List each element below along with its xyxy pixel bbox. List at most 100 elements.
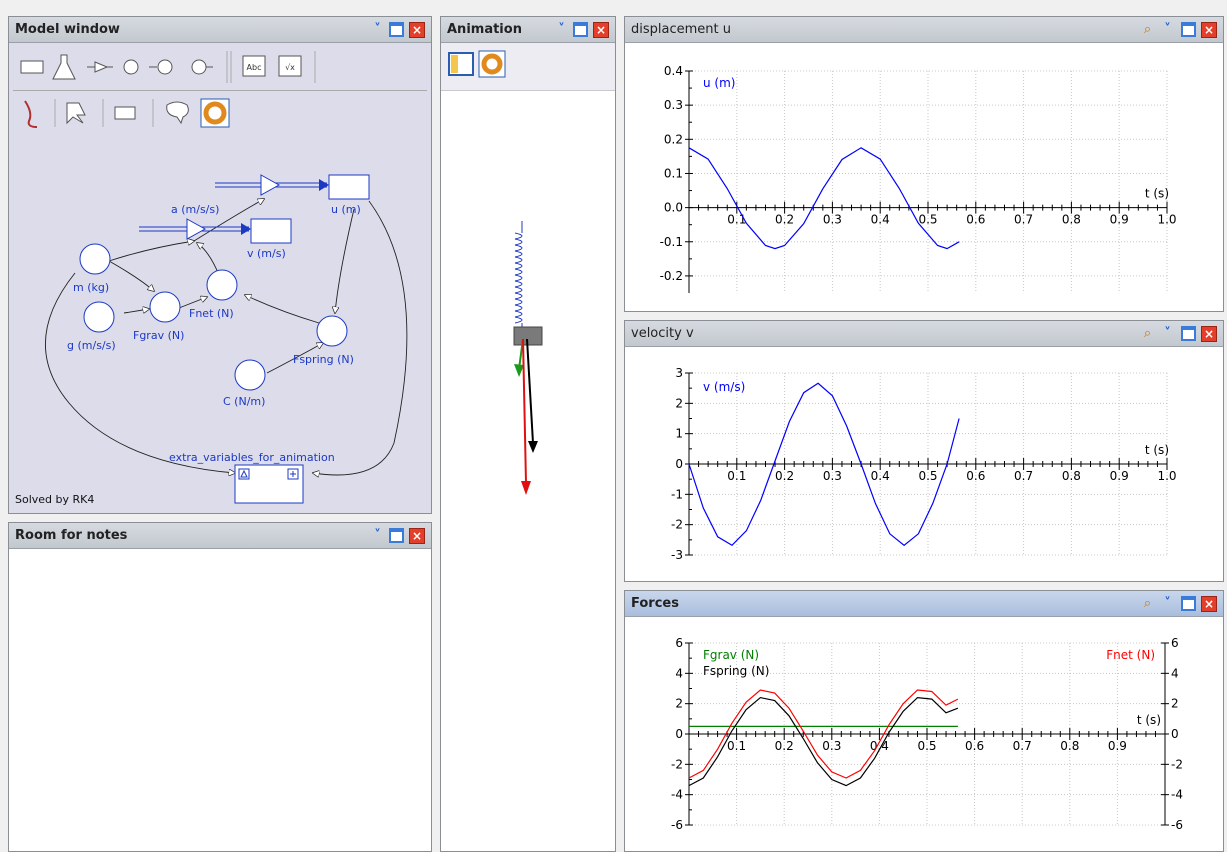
y-tick-label: 2 xyxy=(675,697,683,711)
panel-toggle-icon[interactable] xyxy=(448,52,474,76)
forces-panel: Forces ⌕ ˅ × -6 -4 -2 0 2 4 6 -6 -4 -2 0 2 4 6 0.1 0.2 0… xyxy=(624,590,1224,852)
y2-tick-label: 6 xyxy=(1171,636,1179,650)
animation-panel: Animation ˅ × xyxy=(440,16,616,852)
y2-tick-label: 4 xyxy=(1171,666,1179,680)
y-tick-label: -3 xyxy=(671,548,683,562)
x-tick-label: 0.5 xyxy=(918,213,937,227)
forces-titlebar[interactable]: Forces ⌕ ˅ × xyxy=(625,591,1223,617)
x-tick-label: 0.1 xyxy=(727,469,746,483)
legend-entry: Fspring (N) xyxy=(703,664,769,678)
maximize-icon[interactable] xyxy=(1181,326,1196,341)
notes-text-area[interactable] xyxy=(9,549,431,851)
close-icon[interactable]: × xyxy=(1201,326,1217,342)
x-tick-label: 0.9 xyxy=(1108,739,1127,753)
label-g: g (m/s/s) xyxy=(67,339,116,352)
close-icon[interactable]: × xyxy=(1201,22,1217,38)
model-window-panel: Model window ˅ × Abc √x a (m/s/s) u (m) … xyxy=(8,16,432,514)
magnifier-icon[interactable]: ⌕ xyxy=(1139,21,1156,38)
stock-u[interactable] xyxy=(328,174,370,200)
node-m[interactable] xyxy=(79,243,111,275)
x-axis-label: t (s) xyxy=(1145,443,1169,457)
x-tick-label: 1.0 xyxy=(1157,213,1176,227)
displacement-chart[interactable]: -0.2 -0.1 0.0 0.1 0.2 0.3 0.4 0.1 0.2 0.3 0.4 0.5 0.… xyxy=(625,43,1223,311)
x-tick-label: 1.0 xyxy=(1157,469,1176,483)
chevron-down-icon[interactable]: ˅ xyxy=(553,21,570,38)
y-tick-label: -6 xyxy=(671,818,683,832)
x-tick-label: 0.8 xyxy=(1060,739,1079,753)
y-tick-label: -0.2 xyxy=(660,269,683,283)
velocity-panel: velocity v ⌕ ˅ × -3 -2 -1 0 1 2 3 0.1 0.2 0.3 0.4 0… xyxy=(624,320,1224,582)
notes-panel: Room for notes ˅ × xyxy=(8,522,432,852)
node-fspring[interactable] xyxy=(316,315,348,347)
animation-title: Animation xyxy=(447,22,522,37)
spring-animation xyxy=(513,221,543,495)
close-icon[interactable]: × xyxy=(409,22,425,38)
x-tick-label: 0.4 xyxy=(871,469,890,483)
y-tick-label: 4 xyxy=(675,666,683,680)
x-tick-label: 0.8 xyxy=(1062,469,1081,483)
velocity-chart[interactable]: -3 -2 -1 0 1 2 3 0.1 0.2 0.3 0.4 0.5 0.6 0.7 0.8 0.9 1.0… xyxy=(625,347,1223,581)
x-tick-label: 0.2 xyxy=(775,739,794,753)
node-fgrav[interactable] xyxy=(149,291,181,323)
displacement-panel: displacement u ⌕ ˅ × -0.2 -0.1 0.0 0.1 0.2 0.… xyxy=(624,16,1224,312)
magnifier-icon[interactable]: ⌕ xyxy=(1139,595,1156,612)
chevron-down-icon[interactable]: ˅ xyxy=(1159,325,1176,342)
x-tick-label: 0.5 xyxy=(917,739,936,753)
y-tick-label: 3 xyxy=(675,366,683,380)
chevron-down-icon[interactable]: ˅ xyxy=(369,21,386,38)
y-tick-label: 6 xyxy=(675,636,683,650)
velocity-titlebar[interactable]: velocity v ⌕ ˅ × xyxy=(625,321,1223,347)
y-tick-label: 0.4 xyxy=(664,64,683,78)
valve-v[interactable] xyxy=(260,174,281,196)
net-force-arrow xyxy=(521,338,531,495)
chevron-down-icon[interactable]: ˅ xyxy=(1159,21,1176,38)
label-u: u (m) xyxy=(331,203,361,216)
label-extra: extra_variables_for_animation xyxy=(169,451,335,464)
notes-titlebar[interactable]: Room for notes ˅ × xyxy=(9,523,431,549)
maximize-icon[interactable] xyxy=(1181,596,1196,611)
x-tick-label: 0.1 xyxy=(727,213,746,227)
x-tick-label: 0.4 xyxy=(871,213,890,227)
label-v: v (m/s) xyxy=(247,247,286,260)
model-diagram: a (m/s/s) u (m) v (m/s) m (kg) Fnet (N) … xyxy=(44,174,408,504)
y-tick-label: 0.0 xyxy=(664,201,683,215)
magnifier-icon[interactable]: ⌕ xyxy=(1139,325,1156,342)
chevron-down-icon[interactable]: ˅ xyxy=(1159,595,1176,612)
x-tick-label: 0.8 xyxy=(1062,213,1081,227)
y-tick-label: 1 xyxy=(675,427,683,441)
y-tick-label: 0.1 xyxy=(664,166,683,180)
close-icon[interactable]: × xyxy=(409,528,425,544)
spring-coil xyxy=(514,232,523,324)
model-canvas[interactable]: Abc √x a (m/s/s) u (m) v (m/s) m (kg) Fn… xyxy=(9,43,431,513)
maximize-icon[interactable] xyxy=(1181,22,1196,37)
node-fnet[interactable] xyxy=(206,269,238,301)
model-window-titlebar[interactable]: Model window ˅ × xyxy=(9,17,431,43)
x-tick-label: 0.7 xyxy=(1014,469,1033,483)
y-tick-label: -2 xyxy=(671,757,683,771)
velocity-title: velocity v xyxy=(631,326,694,341)
stock-v[interactable] xyxy=(250,218,292,244)
displacement-title: displacement u xyxy=(631,22,731,37)
label-m: m (kg) xyxy=(73,281,109,294)
close-icon[interactable]: × xyxy=(593,22,609,38)
y2-tick-label: 2 xyxy=(1171,697,1179,711)
node-g[interactable] xyxy=(83,301,115,333)
x-tick-label: 0.7 xyxy=(1013,739,1032,753)
chevron-down-icon[interactable]: ˅ xyxy=(369,527,386,544)
legend-entry: Fgrav (N) xyxy=(703,648,759,662)
connector-lines xyxy=(44,199,408,475)
spring-force-arrow xyxy=(526,338,538,453)
animation-titlebar[interactable]: Animation ˅ × xyxy=(441,17,615,43)
y2-tick-label: 0 xyxy=(1171,727,1179,741)
displacement-titlebar[interactable]: displacement u ⌕ ˅ × xyxy=(625,17,1223,43)
maximize-icon[interactable] xyxy=(389,22,404,37)
lifebuoy-icon[interactable] xyxy=(478,50,506,78)
y-tick-label: -1 xyxy=(671,487,683,501)
close-icon[interactable]: × xyxy=(1201,596,1217,612)
y2-tick-label: -6 xyxy=(1171,818,1183,832)
node-c[interactable] xyxy=(234,359,266,391)
forces-chart[interactable]: -6-4-20246-6-4-202460.1 0.2 0.3 0.4 0.5 0.6 0.… xyxy=(625,617,1223,851)
maximize-icon[interactable] xyxy=(573,22,588,37)
x-tick-label: 0.2 xyxy=(775,213,794,227)
maximize-icon[interactable] xyxy=(389,528,404,543)
